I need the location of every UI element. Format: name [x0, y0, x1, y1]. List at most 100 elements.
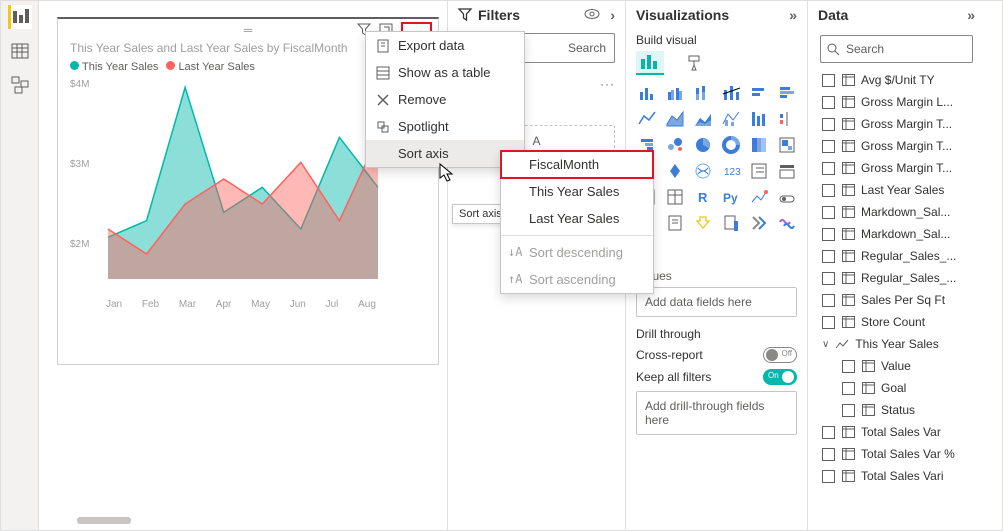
viz-type-icon[interactable]: [636, 83, 658, 103]
expand-caret-icon[interactable]: ∨: [822, 339, 829, 350]
filter-icon: [458, 8, 472, 22]
submenu-fiscalmonth[interactable]: FiscalMonth: [501, 151, 653, 178]
field-row[interactable]: Regular_Sales_...: [812, 267, 981, 289]
collapse-icon[interactable]: »: [967, 7, 975, 23]
field-checkbox[interactable]: [822, 184, 835, 197]
build-visual-tab[interactable]: [636, 51, 664, 75]
build-visual-label: Build visual: [636, 33, 797, 47]
field-subrow[interactable]: Value: [812, 355, 981, 377]
field-checkbox[interactable]: [822, 426, 835, 439]
model-view-icon[interactable]: [8, 73, 32, 97]
drill-through-dropzone[interactable]: Add drill-through fields here: [636, 391, 797, 435]
field-row[interactable]: Gross Margin T...: [812, 113, 981, 135]
field-row[interactable]: Last Year Sales: [812, 179, 981, 201]
viz-type-icon[interactable]: [692, 161, 714, 181]
field-row[interactable]: Total Sales Var: [812, 421, 981, 443]
field-subrow[interactable]: Status: [812, 399, 981, 421]
viz-type-icon[interactable]: [664, 83, 686, 103]
viz-type-icon[interactable]: [748, 109, 770, 129]
viz-type-icon[interactable]: [664, 109, 686, 129]
field-checkbox[interactable]: [842, 360, 855, 373]
field-checkbox[interactable]: [822, 448, 835, 461]
cross-report-toggle[interactable]: Off: [763, 347, 797, 363]
field-checkbox[interactable]: [842, 404, 855, 417]
field-checkbox[interactable]: [822, 140, 835, 153]
field-row[interactable]: Markdown_Sal...: [812, 223, 981, 245]
menu-show-as-table[interactable]: Show as a table: [366, 59, 524, 86]
menu-remove[interactable]: Remove: [366, 86, 524, 113]
viz-type-icon[interactable]: 123: [720, 161, 742, 181]
viz-type-icon[interactable]: [776, 135, 798, 155]
submenu-this-year-sales[interactable]: This Year Sales: [501, 178, 653, 205]
viz-type-icon[interactable]: [692, 83, 714, 103]
field-checkbox[interactable]: [842, 382, 855, 395]
field-row[interactable]: Gross Margin T...: [812, 135, 981, 157]
section-more-icon[interactable]: ···: [600, 77, 615, 91]
menu-export-data[interactable]: Export data: [366, 32, 524, 59]
data-view-icon[interactable]: [8, 39, 32, 63]
data-title: Data: [818, 7, 848, 23]
field-row[interactable]: Total Sales Var %: [812, 443, 981, 465]
field-row[interactable]: Regular_Sales_...: [812, 245, 981, 267]
field-row[interactable]: Store Count: [812, 311, 981, 333]
field-checkbox[interactable]: [822, 162, 835, 175]
submenu-sort-descending[interactable]: ↓ASort descending: [501, 239, 653, 266]
viz-type-icon[interactable]: [664, 187, 686, 207]
field-checkbox[interactable]: [822, 272, 835, 285]
keep-filters-toggle[interactable]: On: [763, 369, 797, 385]
viz-type-icon[interactable]: [720, 135, 742, 155]
viz-type-icon[interactable]: [748, 161, 770, 181]
field-checkbox[interactable]: [822, 96, 835, 109]
field-checkbox[interactable]: [822, 316, 835, 329]
table-column-icon: [861, 359, 875, 373]
field-subrow[interactable]: Goal: [812, 377, 981, 399]
viz-type-icon[interactable]: [692, 213, 714, 233]
submenu-sort-ascending[interactable]: ↑ASort ascending: [501, 266, 653, 293]
viz-type-icon[interactable]: [776, 213, 798, 233]
field-row[interactable]: Gross Margin L...: [812, 91, 981, 113]
field-row[interactable]: Gross Margin T...: [812, 157, 981, 179]
field-checkbox[interactable]: [822, 250, 835, 263]
viz-type-icon[interactable]: [776, 187, 798, 207]
field-row[interactable]: Sales Per Sq Ft: [812, 289, 981, 311]
values-dropzone[interactable]: Add data fields here: [636, 287, 797, 317]
field-checkbox[interactable]: [822, 206, 835, 219]
field-row-kpi[interactable]: ∨This Year Sales: [812, 333, 981, 355]
viz-type-icon[interactable]: [692, 109, 714, 129]
viz-type-icon[interactable]: Py: [720, 187, 742, 207]
viz-type-icon[interactable]: [664, 135, 686, 155]
viz-type-icon[interactable]: [720, 83, 742, 103]
collapse-icon[interactable]: »: [789, 7, 797, 23]
format-visual-tab[interactable]: [682, 51, 710, 75]
viz-type-icon[interactable]: [692, 135, 714, 155]
viz-type-icon[interactable]: [776, 109, 798, 129]
menu-spotlight[interactable]: Spotlight: [366, 113, 524, 140]
field-checkbox[interactable]: [822, 470, 835, 483]
field-row[interactable]: Markdown_Sal...: [812, 201, 981, 223]
viz-type-icon[interactable]: [748, 213, 770, 233]
viz-type-icon[interactable]: R: [692, 187, 714, 207]
field-row[interactable]: Total Sales Vari: [812, 465, 981, 487]
field-checkbox[interactable]: [822, 294, 835, 307]
field-row[interactable]: Avg $/Unit TY: [812, 69, 981, 91]
viz-type-icon[interactable]: [776, 83, 798, 103]
collapse-icon[interactable]: ›: [610, 7, 615, 23]
viz-type-icon[interactable]: [664, 161, 686, 181]
viz-type-icon[interactable]: [720, 109, 742, 129]
report-view-icon[interactable]: [8, 5, 32, 29]
viz-type-icon[interactable]: [720, 213, 742, 233]
field-checkbox[interactable]: [822, 118, 835, 131]
viz-type-icon[interactable]: [636, 109, 658, 129]
viz-type-icon[interactable]: [748, 83, 770, 103]
field-checkbox[interactable]: [822, 228, 835, 241]
viz-type-icon[interactable]: [748, 187, 770, 207]
drag-grip-icon[interactable]: ═: [244, 23, 253, 37]
data-search[interactable]: Search: [820, 35, 973, 63]
show-hide-icon[interactable]: [584, 7, 600, 23]
submenu-last-year-sales[interactable]: Last Year Sales: [501, 205, 653, 232]
viz-type-icon[interactable]: [748, 135, 770, 155]
horizontal-scrollbar[interactable]: [77, 517, 131, 524]
field-checkbox[interactable]: [822, 74, 835, 87]
viz-type-icon[interactable]: [776, 161, 798, 181]
viz-type-icon[interactable]: [664, 213, 686, 233]
